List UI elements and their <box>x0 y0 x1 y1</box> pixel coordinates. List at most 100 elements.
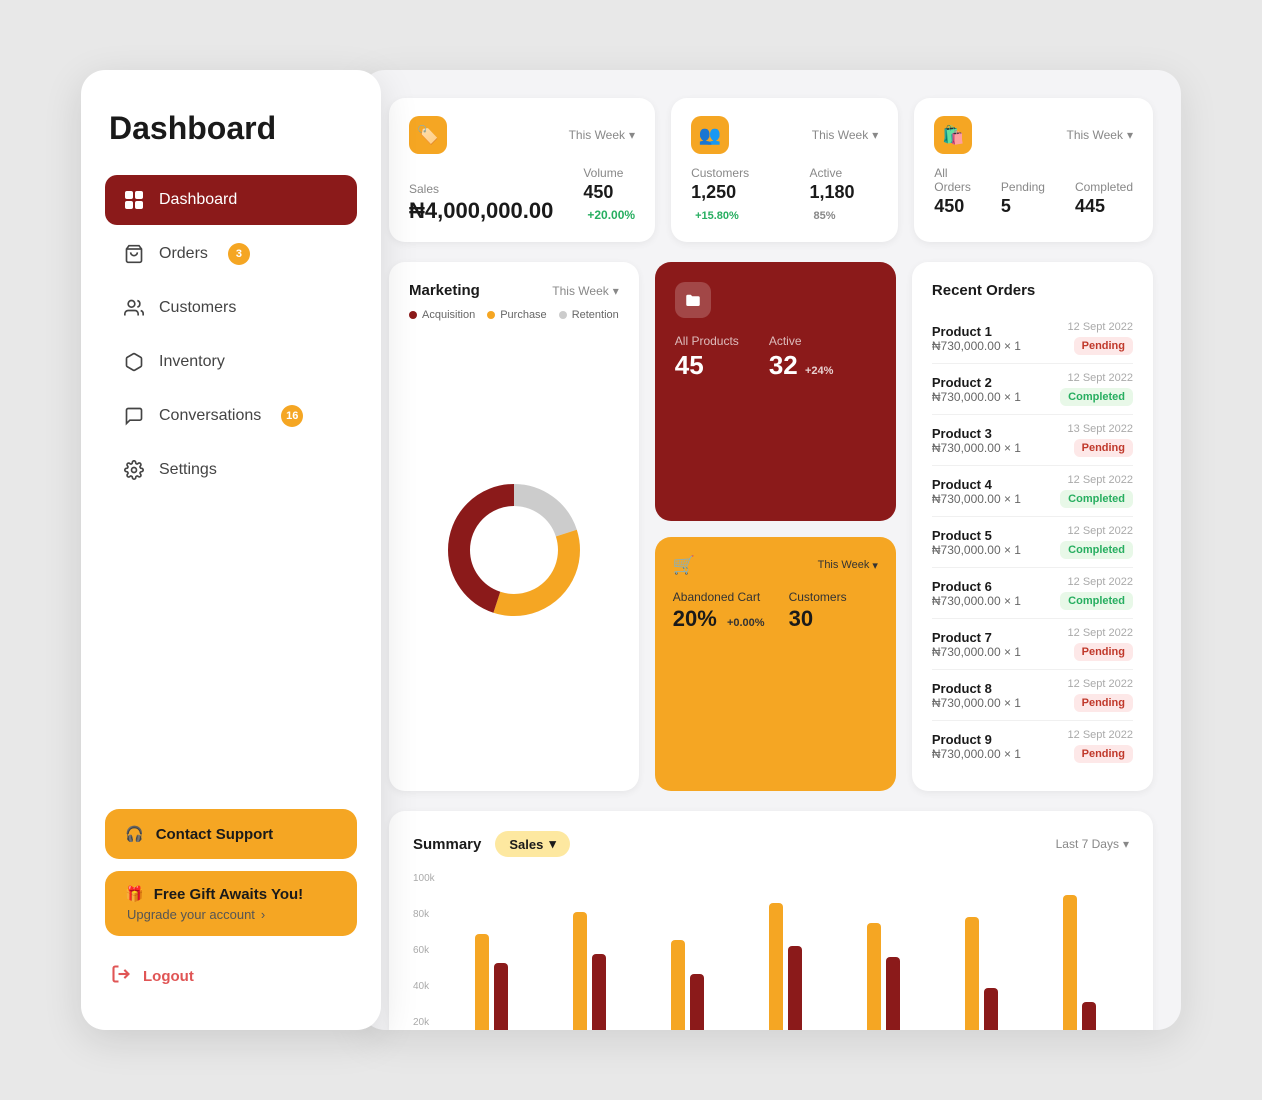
sidebar-item-settings[interactable]: Settings <box>105 445 357 495</box>
customers-period[interactable]: This Week ▾ <box>812 128 879 142</box>
order-price: ₦730,000.00 × 1 <box>932 390 1021 404</box>
completed-value: 445 <box>1075 196 1133 217</box>
conversations-badge: 16 <box>281 405 303 427</box>
bar-group <box>933 876 1031 1030</box>
order-right: 12 Sept 2022 Pending <box>1068 627 1133 661</box>
bag-icon <box>123 243 145 265</box>
headset-icon: 🎧 <box>125 825 144 843</box>
orders-period[interactable]: This Week ▾ <box>1067 128 1134 142</box>
sidebar-item-orders[interactable]: Orders 3 <box>105 229 357 279</box>
dark-bar <box>788 946 802 1031</box>
sidebar-item-label-orders: Orders <box>159 245 208 263</box>
order-price: ₦730,000.00 × 1 <box>932 645 1021 659</box>
all-products-card: All Products 45 Active 32 +24% <box>655 262 896 521</box>
summary-card: Summary Sales ▾ Last 7 Days ▾ 100k 80k 6… <box>389 811 1153 1030</box>
chevron-down-icon: ▾ <box>1123 837 1129 851</box>
gift-icon: 🎁 <box>125 885 144 903</box>
legend-purchase: Purchase <box>487 309 546 321</box>
marketing-title: Marketing <box>409 282 480 299</box>
sidebar-item-label-conversations: Conversations <box>159 407 261 425</box>
active-label: Active <box>809 166 878 180</box>
bar-group <box>443 876 541 1030</box>
order-name: Product 9 <box>932 732 1021 747</box>
order-name: Product 3 <box>932 426 1021 441</box>
logout-icon <box>111 964 131 988</box>
period-select[interactable]: Last 7 Days ▾ <box>1056 837 1129 851</box>
bars-container <box>443 876 1129 1030</box>
sidebar-item-dashboard[interactable]: Dashboard <box>105 175 357 225</box>
retention-dot <box>559 311 567 319</box>
legend-acquisition: Acquisition <box>409 309 475 321</box>
order-status-badge: Pending <box>1074 337 1133 355</box>
order-name: Product 2 <box>932 375 1021 390</box>
dark-bar <box>494 963 508 1031</box>
sidebar-item-customers[interactable]: Customers <box>105 283 357 333</box>
sidebar: Dashboard Dashboard <box>81 70 381 1030</box>
order-date: 12 Sept 2022 <box>1068 627 1133 639</box>
sales-icon-box: 🏷️ <box>409 116 447 154</box>
logout-button[interactable]: Logout <box>105 952 357 1000</box>
sales-value: ₦4,000,000.00 <box>409 198 553 224</box>
order-status-badge: Pending <box>1074 745 1133 763</box>
yellow-bar <box>671 940 685 1030</box>
order-price: ₦730,000.00 × 1 <box>932 492 1021 506</box>
marketing-card: Marketing This Week ▾ Acquisition Purcha… <box>389 262 639 791</box>
dark-bar <box>1082 1002 1096 1030</box>
logout-label: Logout <box>143 968 194 985</box>
box-icon <box>123 351 145 373</box>
order-date: 12 Sept 2022 <box>1068 474 1133 486</box>
order-info: Product 1 ₦730,000.00 × 1 <box>932 324 1021 353</box>
bar-group <box>835 876 933 1030</box>
table-row: Product 8 ₦730,000.00 × 1 12 Sept 2022 P… <box>932 670 1133 721</box>
middle-row: Marketing This Week ▾ Acquisition Purcha… <box>389 262 1153 791</box>
order-right: 13 Sept 2022 Pending <box>1068 423 1133 457</box>
acquisition-dot <box>409 311 417 319</box>
dark-bar <box>592 954 606 1030</box>
abandoned-cart-card: 🛒 This Week ▾ Abandoned Cart 20% +0.00% <box>655 537 896 792</box>
free-gift-button[interactable]: 🎁 Free Gift Awaits You! Upgrade your acc… <box>105 871 357 936</box>
recent-orders-title: Recent Orders <box>932 282 1133 299</box>
order-date: 12 Sept 2022 <box>1068 729 1133 741</box>
order-price: ₦730,000.00 × 1 <box>932 543 1021 557</box>
pending-value: 5 <box>1001 196 1045 217</box>
folder-icon <box>675 282 711 318</box>
table-row: Product 7 ₦730,000.00 × 1 12 Sept 2022 P… <box>932 619 1133 670</box>
chevron-down-icon: ▾ <box>872 559 878 572</box>
customers-icon-box: 👥 <box>691 116 729 154</box>
chevron-down-icon: ▾ <box>629 128 635 142</box>
order-info: Product 2 ₦730,000.00 × 1 <box>932 375 1021 404</box>
dark-bar <box>984 988 998 1030</box>
yellow-bar <box>475 934 489 1030</box>
order-info: Product 9 ₦730,000.00 × 1 <box>932 732 1021 761</box>
orders-stat-card: 🛍️ This Week ▾ All Orders 450 Pending 5 <box>914 98 1153 242</box>
dropdown-arrow-icon: ▾ <box>549 836 556 852</box>
grid-icon <box>123 189 145 211</box>
cart-period[interactable]: This Week ▾ <box>818 559 878 572</box>
yellow-bar <box>965 917 979 1030</box>
sidebar-item-conversations[interactable]: Conversations 16 <box>105 391 357 441</box>
sales-pill-button[interactable]: Sales ▾ <box>495 831 570 857</box>
order-info: Product 6 ₦730,000.00 × 1 <box>932 579 1021 608</box>
contact-support-button[interactable]: 🎧 Contact Support <box>105 809 357 859</box>
order-right: 12 Sept 2022 Completed <box>1060 576 1133 610</box>
chat-icon <box>123 405 145 427</box>
order-right: 12 Sept 2022 Completed <box>1060 474 1133 508</box>
bar-group <box>639 876 737 1030</box>
sales-period[interactable]: This Week ▾ <box>569 128 636 142</box>
sidebar-item-inventory[interactable]: Inventory <box>105 337 357 387</box>
marketing-period[interactable]: This Week ▾ <box>552 284 619 298</box>
bar-group <box>737 876 835 1030</box>
order-status-badge: Completed <box>1060 388 1133 406</box>
order-date: 12 Sept 2022 <box>1068 525 1133 537</box>
orders-icon-box: 🛍️ <box>934 116 972 154</box>
dark-bar <box>886 957 900 1030</box>
order-price: ₦730,000.00 × 1 <box>932 339 1021 353</box>
yellow-bar <box>867 923 881 1030</box>
completed-label: Completed <box>1075 180 1133 194</box>
pending-label: Pending <box>1001 180 1045 194</box>
order-name: Product 6 <box>932 579 1021 594</box>
marketing-legend: Acquisition Purchase Retention <box>409 309 619 321</box>
recent-orders-card: Recent Orders Product 1 ₦730,000.00 × 1 … <box>912 262 1153 791</box>
sidebar-nav: Dashboard Orders 3 <box>105 175 357 499</box>
order-info: Product 7 ₦730,000.00 × 1 <box>932 630 1021 659</box>
